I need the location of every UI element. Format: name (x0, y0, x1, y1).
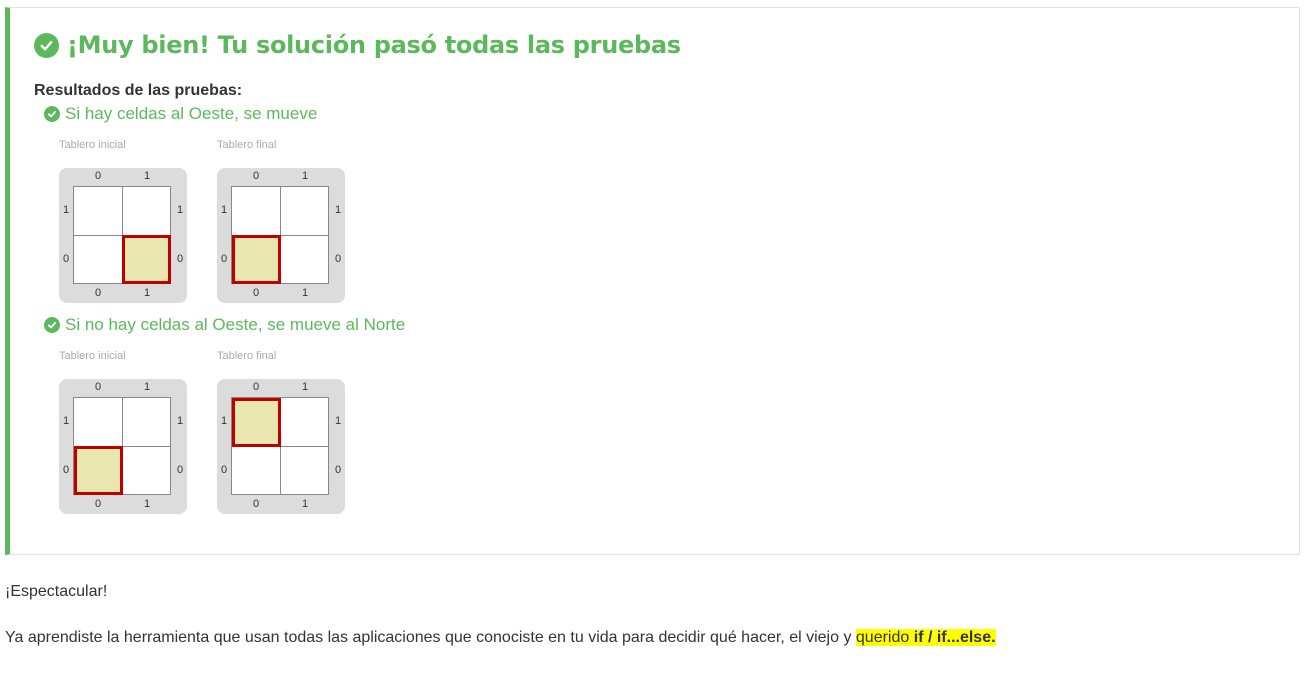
test-case-name: Si hay celdas al Oeste, se mueve (65, 104, 318, 123)
highlighted-text: querido if / if...else. (855, 629, 996, 646)
col-label: 1 (143, 498, 151, 510)
col-label: 0 (252, 287, 260, 299)
row-label: 0 (176, 253, 184, 265)
col-label: 1 (301, 287, 309, 299)
row-label: 1 (62, 204, 70, 216)
row-label: 1 (334, 415, 342, 427)
board-grid (231, 397, 329, 495)
head-cell (232, 398, 281, 447)
row-label: 0 (62, 253, 70, 265)
test-case-name: Si no hay celdas al Oeste, se mueve al N… (65, 315, 406, 334)
board-grid (73, 186, 171, 284)
col-label: 0 (94, 498, 102, 510)
row-label: 0 (62, 464, 70, 476)
col-label: 1 (143, 381, 151, 393)
row-label: 1 (220, 415, 228, 427)
test-results-panel: ¡Muy bien! Tu solución pasó todas las pr… (5, 7, 1300, 555)
feedback-paragraph: Ya aprendiste la herramienta que usan to… (5, 629, 996, 647)
row-label: 0 (220, 253, 228, 265)
col-label: 0 (94, 170, 102, 182)
row-label: 0 (334, 253, 342, 265)
row-label: 1 (176, 204, 184, 216)
head-cell (122, 235, 171, 284)
test-case: Si no hay celdas al Oeste, se mueve al N… (44, 314, 405, 526)
board-grid (231, 186, 329, 284)
row-label: 1 (62, 415, 70, 427)
feedback-heading: ¡Espectacular! (5, 583, 108, 600)
board: 0 1 0 1 1 0 1 0 (59, 168, 187, 303)
code-keyword: if / if...else. (913, 629, 996, 646)
check-circle-icon (44, 106, 60, 122)
result-title-text: ¡Muy bien! Tu solución pasó todas las pr… (67, 31, 681, 59)
board-caption: Tablero final (217, 139, 277, 151)
results-subtitle: Resultados de las pruebas: (34, 82, 243, 99)
col-label: 1 (143, 170, 151, 182)
col-label: 1 (143, 287, 151, 299)
paragraph-text: Ya aprendiste la herramienta que usan to… (5, 629, 856, 646)
test-case: Si hay celdas al Oeste, se mueve Tablero… (44, 103, 345, 315)
result-title: ¡Muy bien! Tu solución pasó todas las pr… (34, 28, 681, 62)
test-case-title: Si hay celdas al Oeste, se mueve (44, 103, 317, 125)
row-label: 0 (176, 464, 184, 476)
col-label: 1 (301, 381, 309, 393)
check-circle-icon (34, 32, 59, 58)
board: 0 1 0 1 1 0 1 0 (217, 379, 345, 514)
highlighted-word: querido (855, 629, 914, 646)
check-circle-icon (44, 317, 60, 333)
col-label: 0 (252, 170, 260, 182)
col-label: 0 (252, 498, 260, 510)
row-label: 0 (220, 464, 228, 476)
col-label: 1 (301, 498, 309, 510)
board-grid (73, 397, 171, 495)
head-cell (74, 446, 123, 495)
board-caption: Tablero inicial (59, 350, 126, 362)
board-caption: Tablero inicial (59, 139, 126, 151)
col-label: 0 (94, 287, 102, 299)
row-label: 1 (334, 204, 342, 216)
row-label: 1 (176, 415, 184, 427)
head-cell (232, 235, 281, 284)
board: 0 1 0 1 1 0 1 0 (59, 379, 187, 514)
col-label: 1 (301, 170, 309, 182)
col-label: 0 (94, 381, 102, 393)
row-label: 0 (334, 464, 342, 476)
board-caption: Tablero final (217, 350, 277, 362)
col-label: 0 (252, 381, 260, 393)
board: 0 1 0 1 1 0 1 0 (217, 168, 345, 303)
row-label: 1 (220, 204, 228, 216)
test-case-title: Si no hay celdas al Oeste, se mueve al N… (44, 314, 405, 336)
